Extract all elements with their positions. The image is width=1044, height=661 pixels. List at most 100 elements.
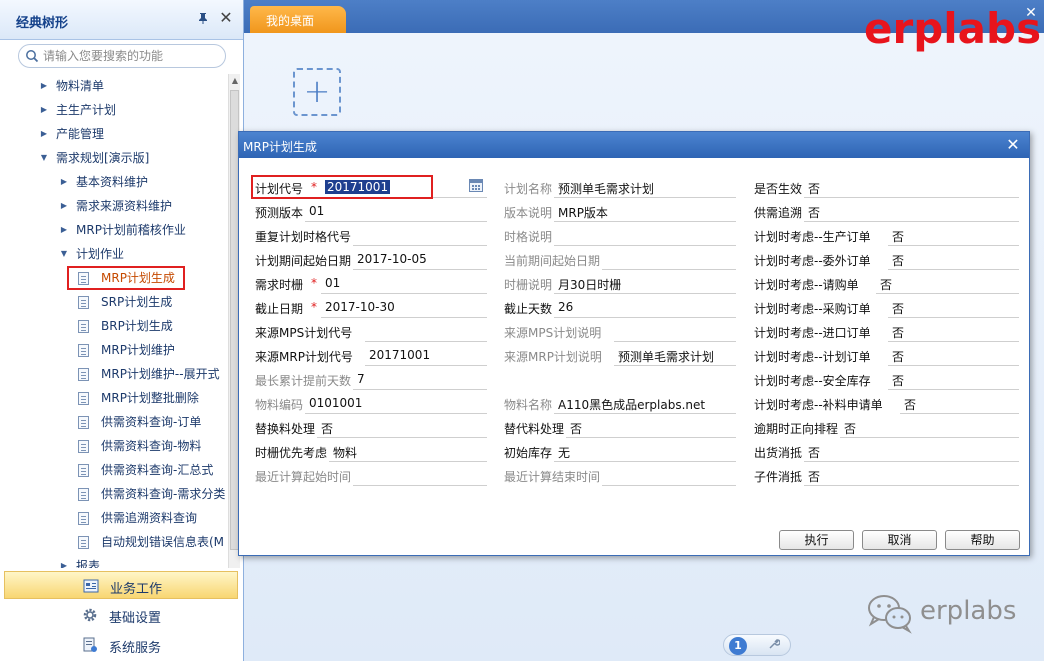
add-shortcut-button[interactable]: + <box>293 68 341 116</box>
field-value[interactable]: A110黑色成品erplabs.net <box>558 396 705 413</box>
form-field[interactable]: 来源MPS计划说明 <box>504 322 736 342</box>
field-value[interactable]: 否 <box>808 468 820 485</box>
field-value[interactable]: 20171001 <box>369 348 430 362</box>
form-field[interactable]: 计划时考虑--委外订单 否 <box>754 250 1019 270</box>
form-field[interactable]: 计划时考虑--采购订单 否 <box>754 298 1019 318</box>
form-field[interactable]: 物料名称 A110黑色成品erplabs.net <box>504 394 736 414</box>
field-value[interactable]: 2017-10-05 <box>357 252 427 266</box>
form-field[interactable]: 最长累计提前天数 7 <box>255 370 487 390</box>
form-field[interactable]: 计划时考虑--安全库存 否 <box>754 370 1019 390</box>
field-value[interactable]: MRP版本 <box>558 204 608 221</box>
chevron-right-icon[interactable]: ▶ <box>38 124 50 144</box>
field-value[interactable]: 否 <box>570 420 582 437</box>
form-field[interactable]: 来源MRP计划说明 预测单毛需求计划 <box>504 346 736 366</box>
chevron-right-icon[interactable]: ▶ <box>38 76 50 96</box>
chevron-right-icon[interactable]: ▶ <box>58 220 70 240</box>
form-field[interactable]: 时格说明 <box>504 226 736 246</box>
form-field[interactable]: 子件消抵否 <box>754 466 1019 486</box>
form-field[interactable]: 截止日期 * 2017-10-30 <box>255 298 487 318</box>
scroll-up-arrow-icon[interactable]: ▲ <box>229 74 241 88</box>
dialog-close-icon[interactable]: ✕ <box>1005 137 1021 153</box>
field-underline <box>804 197 1019 198</box>
form-field[interactable]: 来源MRP计划代号 20171001 <box>255 346 487 366</box>
form-field[interactable]: 替换料处理否 <box>255 418 487 438</box>
field-label: 替代料处理 <box>504 422 565 436</box>
wrench-icon[interactable] <box>766 638 782 654</box>
field-value[interactable]: 预测单毛需求计划 <box>558 180 654 197</box>
search-box[interactable] <box>18 44 226 68</box>
search-input[interactable] <box>43 48 219 64</box>
form-field[interactable]: 物料编码 0101001 <box>255 394 487 414</box>
field-value[interactable]: 物料 <box>333 444 357 461</box>
chevron-right-icon[interactable]: ▶ <box>58 196 70 216</box>
nav-system-service[interactable]: 系统服务 <box>4 631 238 659</box>
nav-base-settings[interactable]: 基础设置 <box>4 601 238 629</box>
field-value[interactable]: 否 <box>892 372 904 389</box>
form-field[interactable]: 计划时考虑--计划订单 否 <box>754 346 1019 366</box>
form-field[interactable]: 最近计算结束时间 <box>504 466 736 486</box>
field-value[interactable]: 01 <box>325 276 340 290</box>
form-field[interactable]: 逾期时正向排程否 <box>754 418 1019 438</box>
form-field[interactable]: 出货消抵否 <box>754 442 1019 462</box>
field-value[interactable]: 否 <box>892 228 904 245</box>
chevron-right-icon[interactable]: ▶ <box>58 556 70 568</box>
form-field[interactable]: 计划时考虑--补料申请单 否 <box>754 394 1019 414</box>
form-field[interactable]: 需求时栅 * 01 <box>255 274 487 294</box>
field-value[interactable]: 预测单毛需求计划 <box>618 348 714 365</box>
form-field[interactable]: 计划时考虑--进口订单 否 <box>754 322 1019 342</box>
nav-business-work[interactable]: 业务工作 <box>4 571 238 599</box>
field-value[interactable]: 否 <box>892 348 904 365</box>
field-value[interactable]: 否 <box>892 324 904 341</box>
form-field[interactable]: 计划时考虑--请购单 否 <box>754 274 1019 294</box>
field-underline <box>888 389 1019 390</box>
form-field[interactable]: 预测版本 01 <box>255 202 487 222</box>
field-value[interactable]: 0101001 <box>309 396 362 410</box>
field-value[interactable]: 7 <box>357 372 365 386</box>
field-value[interactable]: 否 <box>808 444 820 461</box>
form-field[interactable]: 计划名称 预测单毛需求计划 <box>504 178 736 198</box>
field-value[interactable]: 否 <box>880 276 892 293</box>
field-label: 需求时栅 <box>255 278 304 292</box>
tab-my-desktop[interactable]: 我的桌面 <box>250 6 346 33</box>
form-field[interactable]: 最近计算起始时间 <box>255 466 487 486</box>
form-field[interactable]: 重复计划时格代号 <box>255 226 487 246</box>
dialog-titlebar[interactable]: MRP计划生成 ✕ <box>239 132 1029 158</box>
chevron-down-icon[interactable]: ▼ <box>58 244 70 264</box>
form-field[interactable]: 时栅说明 月30日时栅 <box>504 274 736 294</box>
pin-icon[interactable] <box>196 12 210 26</box>
form-field[interactable]: 来源MPS计划代号 <box>255 322 487 342</box>
form-field[interactable]: 计划时考虑--生产订单 否 <box>754 226 1019 246</box>
field-value[interactable]: 月30日时栅 <box>558 276 621 293</box>
field-value[interactable]: 否 <box>808 204 820 221</box>
form-field[interactable]: 时栅优先考虑 物料 <box>255 442 487 462</box>
help-button[interactable]: 帮助 <box>945 530 1020 550</box>
tab-my-desktop-label: 我的桌面 <box>266 14 315 28</box>
execute-button[interactable]: 执行 <box>779 530 854 550</box>
form-field[interactable]: 是否生效否 <box>754 178 1019 198</box>
field-value[interactable]: 否 <box>904 396 916 413</box>
field-value[interactable]: 否 <box>844 420 856 437</box>
form-field[interactable]: 初始库存无 <box>504 442 736 462</box>
field-value[interactable]: 2017-10-30 <box>325 300 395 314</box>
form-field[interactable]: 版本说明 MRP版本 <box>504 202 736 222</box>
field-value[interactable]: 否 <box>808 180 820 197</box>
chevron-right-icon[interactable]: ▶ <box>38 100 50 120</box>
form-field[interactable]: 替代料处理否 <box>504 418 736 438</box>
form-field[interactable]: 当前期间起始日期 <box>504 250 736 270</box>
cancel-button[interactable]: 取消 <box>862 530 937 550</box>
field-value[interactable]: 26 <box>558 300 573 314</box>
field-value[interactable]: 无 <box>558 444 570 461</box>
field-value[interactable]: 否 <box>321 420 333 437</box>
close-icon[interactable]: ✕ <box>218 10 234 26</box>
field-value[interactable]: 01 <box>309 204 324 218</box>
chevron-down-icon[interactable]: ▼ <box>38 148 50 168</box>
chevron-right-icon[interactable]: ▶ <box>58 172 70 192</box>
form-field[interactable]: 供需追溯否 <box>754 202 1019 222</box>
form-field[interactable]: 截止天数 26 <box>504 298 736 318</box>
page-number-button[interactable]: 1 <box>729 637 747 655</box>
field-value[interactable]: 否 <box>892 300 904 317</box>
field-underline <box>554 293 736 294</box>
form-field[interactable]: 计划期间起始日期 2017-10-05 <box>255 250 487 270</box>
field-value[interactable]: 否 <box>892 252 904 269</box>
calendar-icon[interactable] <box>469 179 483 192</box>
